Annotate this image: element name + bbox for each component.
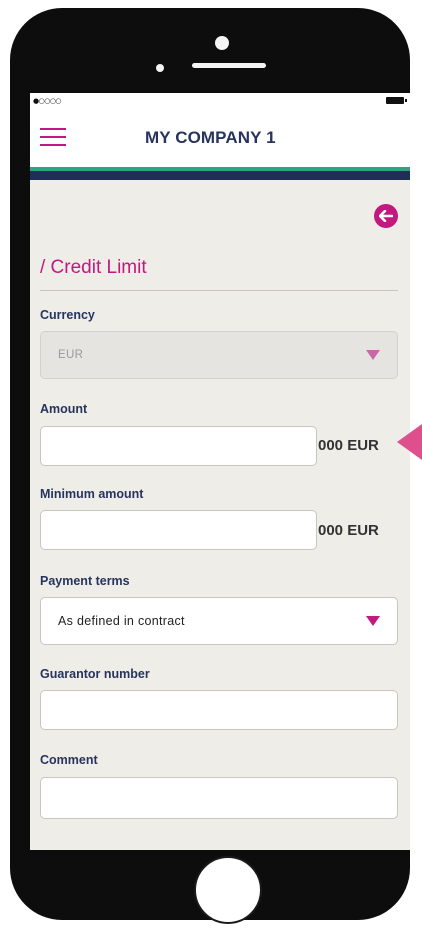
page-title: / Credit Limit — [40, 257, 147, 278]
guarantor-number-input[interactable] — [41, 691, 397, 729]
minimum-amount-unit: 000 EUR — [318, 522, 379, 539]
comment-field[interactable] — [40, 777, 398, 819]
battery-icon — [386, 97, 407, 104]
app-title: MY COMPANY 1 — [145, 128, 276, 147]
comment-label: Comment — [40, 753, 98, 767]
home-button[interactable] — [194, 856, 262, 924]
signal-strength-icon: ●○○○○ — [33, 97, 62, 105]
earpiece-speaker — [192, 63, 266, 68]
guarantor-number-label: Guarantor number — [40, 667, 150, 681]
callout-pointer-arrow — [397, 424, 422, 460]
payment-terms-value: As defined in contract — [58, 614, 185, 628]
payment-terms-select[interactable]: As defined in contract — [40, 597, 398, 645]
currency-select[interactable]: EUR — [40, 331, 398, 379]
minimum-amount-input[interactable] — [41, 511, 316, 549]
amount-label: Amount — [40, 402, 88, 416]
front-camera — [215, 36, 229, 50]
header-stripe — [30, 171, 410, 180]
back-arrow-icon — [379, 210, 393, 222]
minimum-amount-label: Minimum amount — [40, 487, 144, 501]
currency-label: Currency — [40, 308, 95, 322]
amount-input[interactable] — [41, 427, 316, 465]
status-bar: ●○○○○ — [30, 93, 410, 109]
amount-unit: 000 EUR — [318, 437, 379, 454]
payment-terms-label: Payment terms — [40, 574, 130, 588]
title-divider — [40, 290, 398, 291]
proximity-sensor — [156, 64, 164, 72]
app-header: MY COMPANY 1 — [30, 109, 410, 167]
back-button[interactable] — [374, 204, 398, 228]
app-screen: ●○○○○ MY COMPANY 1 / Credit Limit Curren… — [30, 93, 410, 850]
hamburger-menu-icon[interactable] — [40, 128, 66, 146]
currency-value: EUR — [58, 349, 84, 361]
caret-down-icon — [366, 616, 380, 626]
comment-input[interactable] — [41, 778, 397, 818]
amount-field[interactable] — [40, 426, 317, 466]
caret-down-icon — [366, 350, 380, 360]
guarantor-number-field[interactable] — [40, 690, 398, 730]
minimum-amount-field[interactable] — [40, 510, 317, 550]
